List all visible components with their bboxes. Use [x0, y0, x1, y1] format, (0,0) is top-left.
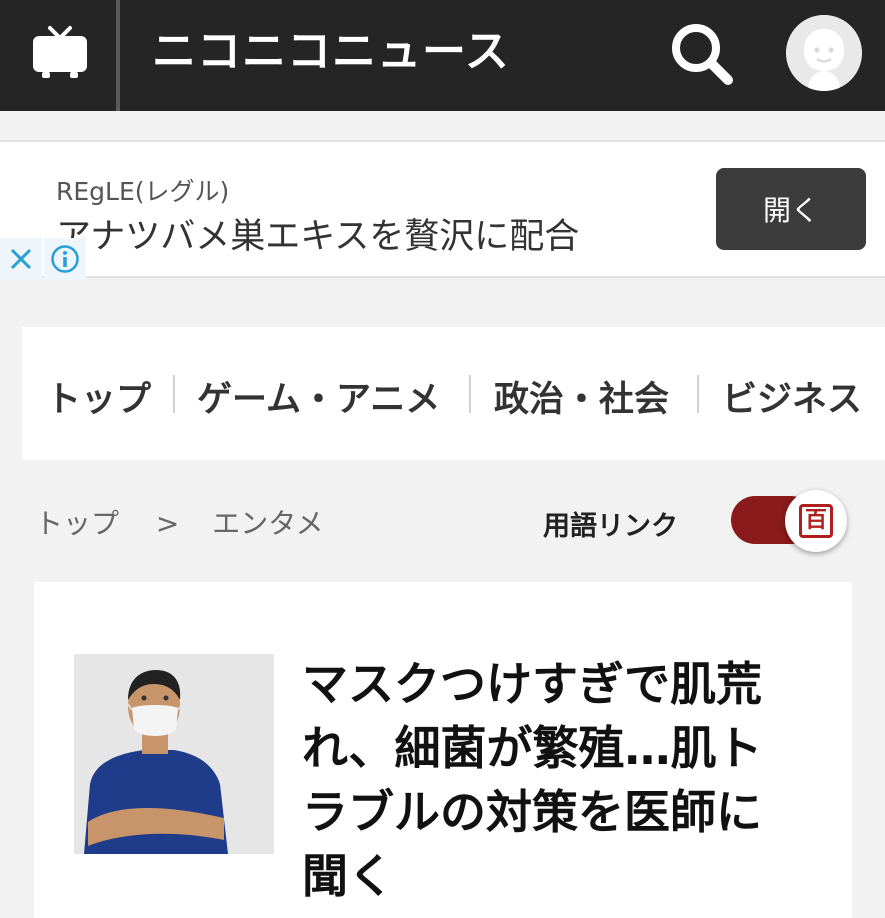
category-separator — [697, 375, 699, 413]
ad-open-button[interactable]: 開く — [716, 168, 866, 250]
category-tab-game-anime[interactable]: ゲーム・アニメ — [197, 371, 440, 422]
home-button[interactable] — [0, 0, 118, 111]
article-headline[interactable]: マスクつけすぎで肌荒れ、細菌が繁殖…肌トラブルの対策を医師に聞く — [302, 652, 802, 908]
breadcrumb-item-entame[interactable]: エンタメ — [212, 507, 323, 540]
term-link-toggle-knob[interactable]: 百 — [785, 490, 847, 552]
ad-close-button[interactable] — [0, 238, 42, 280]
category-nav: トップ ゲーム・アニメ 政治・社会 ビジネス — [22, 327, 885, 460]
user-avatar[interactable] — [786, 15, 862, 91]
ad-brand: REgLE(レグル) — [56, 177, 230, 206]
article-card[interactable]: マスクつけすぎで肌荒れ、細菌が繁殖…肌トラブルの対策を医師に聞く — [34, 582, 852, 918]
man-with-mask-image — [74, 654, 274, 854]
article-thumbnail[interactable] — [74, 654, 274, 854]
search-button[interactable] — [664, 18, 740, 90]
ad-banner[interactable]: REgLE(レグル) アナツバメ巣エキスを贅沢に配合 開く — [0, 140, 885, 280]
dictionary-icon: 百 — [799, 504, 833, 538]
breadcrumb-separator: > — [155, 507, 180, 540]
header-divider — [116, 0, 120, 111]
user-avatar-icon — [786, 15, 862, 91]
info-icon — [51, 245, 79, 273]
tv-icon — [33, 26, 87, 78]
category-separator — [469, 375, 471, 413]
breadcrumb: トップ > エンタメ — [35, 502, 323, 542]
term-link-label: 用語リンク — [543, 511, 678, 542]
site-header: ニコニコニュース — [0, 0, 885, 111]
category-separator — [173, 375, 175, 413]
category-tab-business[interactable]: ビジネス — [722, 371, 862, 422]
search-icon — [672, 24, 733, 85]
close-icon — [10, 248, 32, 270]
category-tab-top[interactable]: トップ — [46, 371, 151, 422]
breadcrumb-item-top[interactable]: トップ — [35, 507, 119, 540]
site-logo[interactable]: ニコニコニュース — [152, 22, 510, 82]
category-tab-politics-society[interactable]: 政治・社会 — [494, 371, 669, 422]
ad-text[interactable]: アナツバメ巣エキスを贅沢に配合 — [56, 208, 579, 259]
ad-info-button[interactable] — [44, 238, 86, 280]
